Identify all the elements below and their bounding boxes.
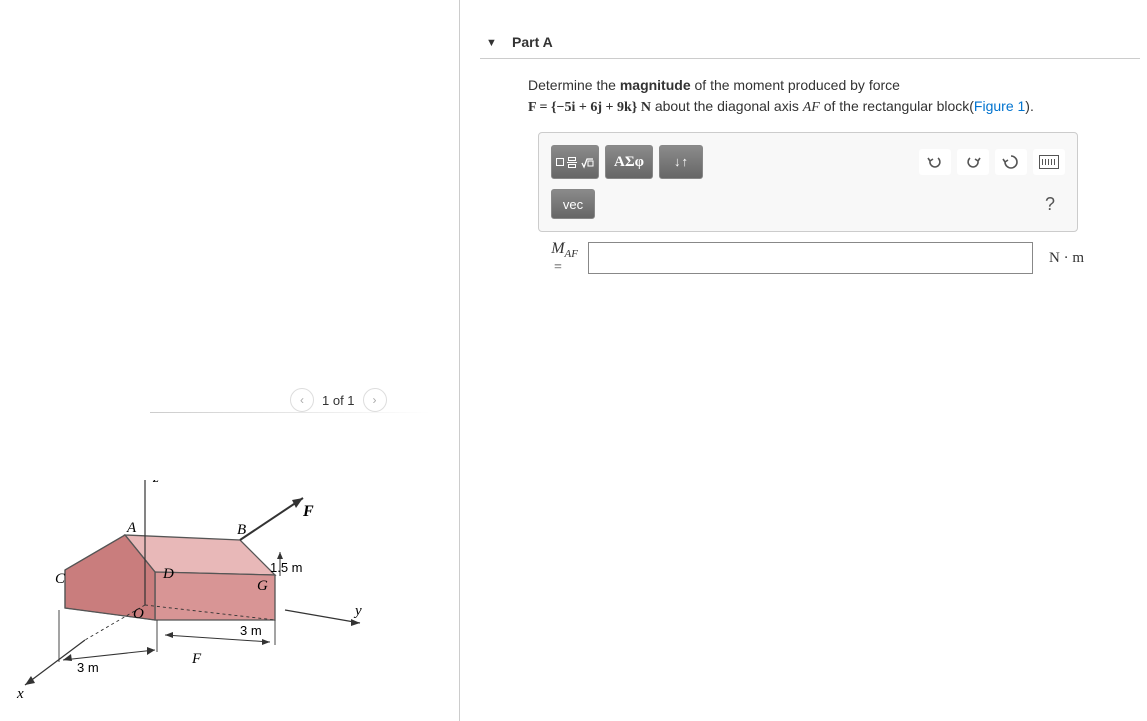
sci-notation-icon: ↓↑: [674, 157, 688, 166]
undo-icon: [926, 155, 944, 169]
divider: [150, 412, 430, 413]
dim-depth: 3 m: [240, 623, 262, 638]
point-A: A: [126, 520, 137, 536]
undo-button[interactable]: [919, 149, 951, 175]
axis-x: x: [16, 686, 24, 700]
answer-symbol: MAF =: [538, 240, 578, 276]
dim-height: 1.5 m: [270, 560, 303, 575]
collapse-icon[interactable]: ▼: [486, 37, 497, 49]
keyboard-icon: [1039, 155, 1059, 169]
part-title: Part A: [512, 34, 553, 50]
help-button[interactable]: ?: [1035, 194, 1065, 215]
figure-link[interactable]: Figure 1: [974, 98, 1025, 114]
point-C: C: [55, 571, 66, 587]
answer-panel: ΑΣφ ↓↑: [538, 132, 1078, 232]
vec-button[interactable]: vec: [551, 189, 595, 219]
question-prompt: Determine the magnitude of the moment pr…: [480, 75, 1140, 118]
force-equation: F = {−5i + 6j + 9k} N: [528, 100, 651, 115]
point-O: O: [133, 606, 144, 622]
answer-input[interactable]: [588, 242, 1033, 274]
templates-button[interactable]: [551, 145, 599, 179]
dim-width: 3 m: [77, 660, 99, 675]
reset-button[interactable]: [995, 149, 1027, 175]
point-F: F: [191, 651, 202, 667]
figure-pagination: ‹ 1 of 1 ›: [290, 388, 387, 412]
keyboard-button[interactable]: [1033, 149, 1065, 175]
special-chars-button[interactable]: ΑΣφ: [605, 145, 653, 179]
prev-figure-button[interactable]: ‹: [290, 388, 314, 412]
templates-icon: [556, 155, 594, 169]
point-D: D: [162, 566, 174, 582]
reset-icon: [1002, 153, 1020, 171]
axis-z: z: [152, 480, 159, 486]
axis-y: y: [353, 603, 362, 619]
sci-notation-button[interactable]: ↓↑: [659, 145, 703, 179]
figure-counter: 1 of 1: [322, 393, 355, 408]
redo-icon: [964, 155, 982, 169]
point-G: G: [257, 578, 268, 594]
figure-1: z y x F A: [15, 480, 375, 700]
special-chars-icon: ΑΣφ: [614, 154, 644, 171]
point-B: B: [237, 522, 246, 538]
part-header[interactable]: ▼ Part A: [480, 30, 1140, 59]
unit-label: N · m: [1049, 250, 1084, 267]
force-label: F: [302, 503, 314, 520]
next-figure-button[interactable]: ›: [363, 388, 387, 412]
redo-button[interactable]: [957, 149, 989, 175]
